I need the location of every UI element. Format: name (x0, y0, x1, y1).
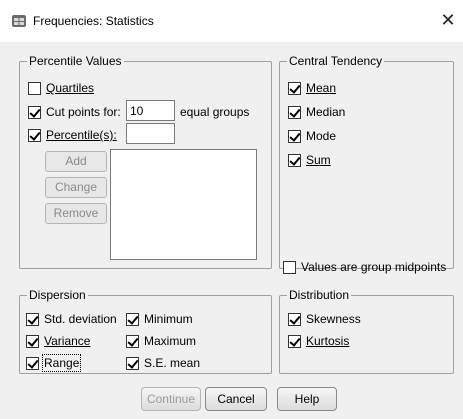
median-label: Median (306, 105, 346, 119)
dispersion-legend: Dispersion (27, 288, 88, 302)
mode-box[interactable] (288, 129, 301, 143)
cancel-button[interactable]: Cancel (205, 387, 267, 411)
central-tendency-legend: Central Tendency (287, 54, 385, 68)
kurtosis-checkbox[interactable]: Kurtosis (288, 334, 349, 348)
dispersion-group: Dispersion Std. deviation Minimum Varian… (19, 288, 272, 374)
range-label: Range (41, 354, 82, 372)
maximum-label: Maximum (144, 334, 197, 348)
variance-box[interactable] (26, 334, 39, 348)
mode-checkbox[interactable]: Mode (288, 129, 336, 143)
percentiles-list[interactable] (110, 149, 257, 260)
percentiles-input[interactable] (126, 123, 175, 144)
median-box[interactable] (288, 105, 301, 119)
distribution-legend: Distribution (287, 288, 352, 302)
change-button[interactable]: Change (45, 177, 107, 198)
maximum-box[interactable] (126, 334, 139, 348)
sum-box[interactable] (288, 153, 301, 167)
title-bar: Frequencies: Statistics ✕ (0, 0, 463, 42)
cut-points-box[interactable] (28, 105, 41, 119)
continue-button[interactable]: Continue (141, 387, 201, 411)
mean-checkbox[interactable]: Mean (288, 81, 336, 95)
se-mean-checkbox[interactable]: S.E. mean (126, 356, 200, 370)
sum-checkbox[interactable]: Sum (288, 153, 331, 167)
group-midpoints-checkbox[interactable]: Values are group midpoints (283, 260, 446, 274)
cut-points-label: Cut points for: (46, 105, 121, 119)
maximum-checkbox[interactable]: Maximum (126, 334, 196, 348)
help-button[interactable]: Help (277, 387, 337, 411)
std-deviation-checkbox[interactable]: Std. deviation (26, 312, 117, 326)
percentiles-box[interactable] (28, 128, 41, 142)
median-checkbox[interactable]: Median (288, 105, 345, 119)
dialog-body: Percentile Values Quartiles Cut points f… (0, 42, 463, 419)
range-checkbox[interactable]: Range (26, 354, 82, 372)
skewness-label: Skewness (306, 312, 361, 326)
variance-checkbox[interactable]: Variance (26, 334, 90, 348)
quartiles-box[interactable] (28, 81, 41, 95)
cut-points-checkbox[interactable]: Cut points for: (28, 105, 121, 119)
remove-button[interactable]: Remove (45, 203, 107, 224)
skewness-box[interactable] (288, 312, 301, 326)
sum-label: Sum (306, 153, 331, 167)
std-deviation-box[interactable] (26, 312, 39, 326)
percentiles-label: Percentile(s): (46, 128, 117, 142)
distribution-group: Distribution Skewness Kurtosis (279, 288, 454, 374)
kurtosis-box[interactable] (288, 334, 301, 348)
variance-label: Variance (44, 334, 91, 348)
range-box[interactable] (26, 356, 39, 370)
window-title: Frequencies: Statistics (33, 14, 154, 28)
cut-points-input[interactable] (126, 100, 175, 121)
mode-label: Mode (306, 129, 337, 143)
skewness-checkbox[interactable]: Skewness (288, 312, 361, 326)
spss-table-icon (12, 15, 26, 27)
close-icon[interactable]: ✕ (436, 10, 460, 32)
mean-label: Mean (306, 81, 337, 95)
percentile-values-legend: Percentile Values (27, 54, 124, 68)
mean-box[interactable] (288, 81, 301, 95)
minimum-box[interactable] (126, 312, 139, 326)
quartiles-checkbox[interactable]: Quartiles (28, 81, 94, 95)
se-mean-box[interactable] (126, 356, 139, 370)
group-midpoints-box[interactable] (283, 260, 296, 274)
minimum-checkbox[interactable]: Minimum (126, 312, 193, 326)
group-midpoints-label: Values are group midpoints (301, 260, 447, 274)
quartiles-label: Quartiles (46, 81, 95, 95)
equal-groups-label: equal groups (180, 105, 250, 119)
add-button[interactable]: Add (45, 151, 107, 172)
minimum-label: Minimum (144, 312, 193, 326)
se-mean-label: S.E. mean (144, 356, 201, 370)
central-tendency-group: Central Tendency Mean Median Mode Sum (279, 54, 454, 269)
percentile-values-group: Percentile Values Quartiles Cut points f… (19, 54, 272, 269)
kurtosis-label: Kurtosis (306, 334, 350, 348)
percentiles-checkbox[interactable]: Percentile(s): (28, 128, 117, 142)
std-deviation-label: Std. deviation (44, 312, 117, 326)
